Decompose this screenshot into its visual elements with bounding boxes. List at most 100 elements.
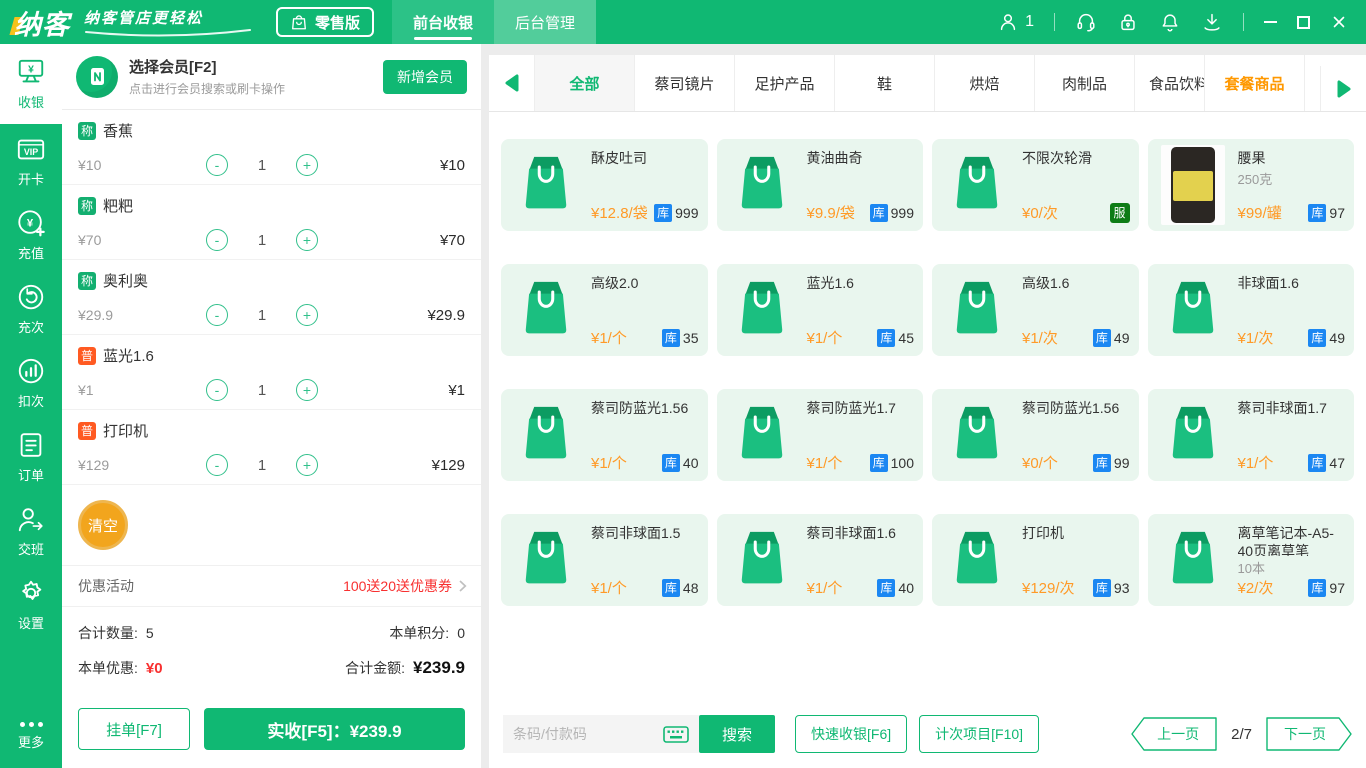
edition-badge-button[interactable]: 零售版 xyxy=(276,7,374,37)
category-tab[interactable]: 肉制品 xyxy=(1035,55,1135,111)
stock-badge: 库 xyxy=(877,579,895,597)
product-card[interactable]: 蓝光1.6 ¥1/个 库 45 xyxy=(717,264,924,356)
cart-item-row[interactable]: 称 香蕉 ¥10 1 ¥10 xyxy=(62,110,481,185)
select-member-area[interactable]: 选择会员[F2] 点击进行会员搜索或刷卡操作 xyxy=(129,56,285,97)
increase-qty-button[interactable] xyxy=(296,454,318,476)
item-type-badge: 称 xyxy=(78,122,96,140)
product-name: 离草笔记本-A5-40页离草笔 xyxy=(1238,524,1346,556)
window-close-button[interactable] xyxy=(1330,13,1348,31)
category-tab[interactable]: 蔡司镜片 xyxy=(635,55,735,111)
product-card[interactable]: 高级1.6 ¥1/次 库 49 xyxy=(932,264,1139,356)
member-section: 选择会员[F2] 点击进行会员搜索或刷卡操作 新增会员 xyxy=(62,44,481,110)
product-price-row: ¥1/个 库 40 xyxy=(807,577,915,600)
increase-qty-button[interactable] xyxy=(296,304,318,326)
slogan-text: 纳客管店更轻松 xyxy=(84,7,252,28)
item-type-badge: 普 xyxy=(78,347,96,365)
quick-cashier-button[interactable]: 快速收银[F6] xyxy=(795,715,907,753)
add-member-button[interactable]: 新增会员 xyxy=(383,60,467,94)
product-card[interactable]: 打印机 ¥129/次 库 93 xyxy=(932,514,1139,606)
decrease-qty-button[interactable] xyxy=(206,229,228,251)
product-price-row: ¥1/个 库 47 xyxy=(1238,452,1346,475)
service-badge: 服 xyxy=(1110,203,1130,223)
sidebar-item-open-card[interactable]: VIP 开卡 xyxy=(0,124,62,198)
sidebar-item-cashier[interactable]: ¥ 收银 xyxy=(0,44,62,124)
window-minimize-button[interactable] xyxy=(1264,21,1277,23)
product-card[interactable]: 蔡司防蓝光1.56 ¥0/个 库 99 xyxy=(932,389,1139,481)
sidebar-item-orders[interactable]: 订单 xyxy=(0,420,62,494)
category-tab[interactable]: 烘焙 xyxy=(935,55,1035,111)
barcode-search-input[interactable] xyxy=(513,726,663,742)
product-card[interactable]: 黄油曲奇 ¥9.9/袋 库 999 xyxy=(717,139,924,231)
online-count: 1 xyxy=(1025,13,1034,31)
product-card[interactable]: 离草笔记本-A5-40页离草笔 10本 ¥2/次 库 97 xyxy=(1148,514,1355,606)
promo-row[interactable]: 优惠活动 100送20送优惠券 xyxy=(62,565,481,607)
bell-icon[interactable] xyxy=(1159,11,1181,33)
cart-item-row[interactable]: 普 蓝光1.6 ¥1 1 ¥1 xyxy=(62,335,481,410)
tab-backend-manage[interactable]: 后台管理 xyxy=(494,0,596,44)
decrease-qty-button[interactable] xyxy=(206,154,228,176)
product-card[interactable]: 不限次轮滑 ¥0/次 服 xyxy=(932,139,1139,231)
product-media xyxy=(717,279,807,342)
lock-icon[interactable] xyxy=(1117,11,1139,33)
category-tab[interactable]: 食品饮料 xyxy=(1135,55,1205,111)
category-tab[interactable]: 套餐商品 xyxy=(1205,55,1305,111)
product-card[interactable]: 酥皮吐司 ¥12.8/袋 库 999 xyxy=(501,139,708,231)
product-card[interactable]: 蔡司非球面1.6 ¥1/个 库 40 xyxy=(717,514,924,606)
increase-qty-button[interactable] xyxy=(296,154,318,176)
product-card[interactable]: 蔡司非球面1.5 ¥1/个 库 48 xyxy=(501,514,708,606)
shopping-bag-icon xyxy=(290,13,308,31)
product-card[interactable]: 蔡司防蓝光1.7 ¥1/个 库 100 xyxy=(717,389,924,481)
product-card[interactable]: 高级2.0 ¥1/个 库 35 xyxy=(501,264,708,356)
svg-text:VIP: VIP xyxy=(24,147,38,157)
sidebar-item-deduct-times[interactable]: 扣次 xyxy=(0,346,62,420)
hold-order-button[interactable]: 挂单[F7] xyxy=(78,708,190,750)
category-tab[interactable]: 足护产品 xyxy=(735,55,835,111)
gear-icon xyxy=(16,578,46,608)
category-prev-arrow[interactable] xyxy=(489,55,535,111)
cart-item-row[interactable]: 称 粑粑 ¥70 1 ¥70 xyxy=(62,185,481,260)
category-tab[interactable]: 全部 xyxy=(535,55,635,111)
increase-qty-button[interactable] xyxy=(296,229,318,251)
next-page-button[interactable]: 下一页 xyxy=(1266,717,1352,751)
product-card[interactable]: 腰果 250克 ¥99/罐 库 97 xyxy=(1148,139,1355,231)
support-headset-icon[interactable] xyxy=(1075,11,1097,33)
product-media xyxy=(501,404,591,467)
clear-cart-button[interactable]: 清空 xyxy=(78,500,128,550)
sidebar-item-more[interactable]: 更多 xyxy=(0,704,62,768)
keyboard-icon[interactable] xyxy=(663,726,689,743)
product-price: ¥1/次 xyxy=(1238,327,1274,348)
cart-item-row[interactable]: 普 打印机 ¥129 1 ¥129 xyxy=(62,410,481,485)
order-summary: 合计数量: 5 本单积分: 0 本单优惠: ¥0 合计金额: ¥ xyxy=(62,607,481,689)
category-tab[interactable]: 鞋 xyxy=(835,55,935,111)
cart-item-list: 称 香蕉 ¥10 1 ¥10 称 xyxy=(62,110,481,485)
checkout-button[interactable]: 实收[F5]：¥239.9 xyxy=(204,708,465,750)
tab-front-cashier[interactable]: 前台收银 xyxy=(392,0,494,44)
sidebar-item-shift-change[interactable]: 交班 xyxy=(0,494,62,568)
decrease-qty-button[interactable] xyxy=(206,379,228,401)
product-card[interactable]: 非球面1.6 ¥1/次 库 49 xyxy=(1148,264,1355,356)
count-item-button[interactable]: 计次项目[F10] xyxy=(919,715,1039,753)
category-label: 全部 xyxy=(569,73,599,94)
category-next-arrow[interactable] xyxy=(1320,66,1366,111)
search-button[interactable]: 搜索 xyxy=(699,715,775,753)
product-price-row: ¥1/次 库 49 xyxy=(1238,327,1346,350)
sidebar-item-recharge[interactable]: ¥ 充值 xyxy=(0,198,62,272)
sidebar-item-settings[interactable]: 设置 xyxy=(0,568,62,642)
download-icon[interactable] xyxy=(1201,11,1223,33)
decrease-qty-button[interactable] xyxy=(206,454,228,476)
member-card-icon[interactable] xyxy=(76,56,118,98)
product-price-row: ¥99/罐 库 97 xyxy=(1238,202,1346,225)
product-price: ¥1/个 xyxy=(591,452,627,473)
product-name: 蔡司非球面1.7 xyxy=(1238,399,1346,417)
barcode-search-box xyxy=(503,715,699,753)
increase-qty-button[interactable] xyxy=(296,379,318,401)
product-card[interactable]: 蔡司防蓝光1.56 ¥1/个 库 40 xyxy=(501,389,708,481)
window-maximize-button[interactable] xyxy=(1297,16,1310,29)
online-users[interactable]: 1 xyxy=(997,11,1034,33)
product-card[interactable]: 蔡司非球面1.7 ¥1/个 库 47 xyxy=(1148,389,1355,481)
cart-item-row[interactable]: 称 奥利奥 ¥29.9 1 ¥29.9 xyxy=(62,260,481,335)
prev-page-button[interactable]: 上一页 xyxy=(1131,717,1217,751)
sidebar-item-recharge-times[interactable]: 充次 xyxy=(0,272,62,346)
more-dots-icon xyxy=(20,722,43,727)
decrease-qty-button[interactable] xyxy=(206,304,228,326)
